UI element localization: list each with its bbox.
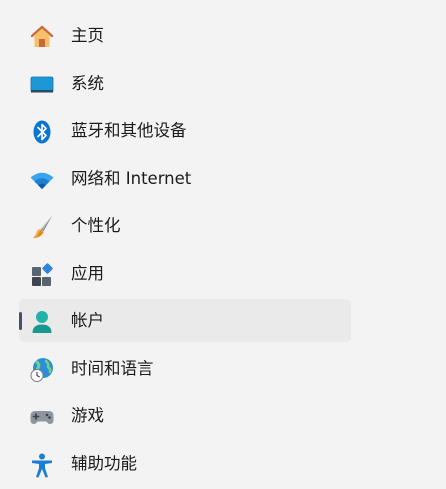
sidebar-item-label: 个性化	[71, 216, 121, 235]
wifi-icon	[29, 167, 55, 193]
sidebar-item-personalization[interactable]: 个性化	[19, 204, 351, 247]
sidebar-item-label: 辅助功能	[71, 453, 137, 473]
globe-clock-icon	[29, 357, 55, 383]
sidebar-item-label: 网络和 Internet	[71, 168, 192, 188]
gamepad-icon	[29, 404, 55, 430]
sidebar-item-label: 蓝牙和其他设备	[71, 121, 187, 140]
sidebar-item-bluetooth[interactable]: 蓝牙和其他设备	[19, 109, 351, 152]
sidebar-item-gaming[interactable]: 游戏	[19, 394, 351, 437]
apps-icon	[29, 262, 55, 288]
bluetooth-icon	[29, 119, 55, 145]
sidebar-item-system[interactable]: 系统	[19, 62, 351, 105]
sidebar-item-network[interactable]: 网络和 Internet	[19, 157, 351, 200]
settings-sidebar-nav: 主页 系统 蓝牙和其他设备 网络和 Internet 个性化 应用 帐户 时间和…	[19, 14, 351, 489]
sidebar-item-accounts[interactable]: 帐户	[19, 299, 351, 342]
sidebar-item-home[interactable]: 主页	[19, 14, 351, 57]
brush-icon	[29, 214, 55, 240]
sidebar-item-label: 系统	[71, 73, 104, 93]
sidebar-item-label: 游戏	[71, 406, 104, 425]
sidebar-item-label: 帐户	[71, 311, 104, 330]
display-icon	[29, 72, 55, 98]
sidebar-item-label: 时间和语言	[71, 358, 154, 378]
sidebar-item-apps[interactable]: 应用	[19, 252, 351, 295]
accessibility-icon	[29, 452, 55, 478]
sidebar-item-label: 主页	[71, 26, 104, 45]
sidebar-item-time-language[interactable]: 时间和语言	[19, 347, 351, 390]
home-icon	[29, 24, 55, 50]
sidebar-item-label: 应用	[71, 263, 104, 283]
sidebar-item-accessibility[interactable]: 辅助功能	[19, 442, 351, 485]
person-icon	[29, 309, 55, 335]
selection-indicator	[19, 312, 22, 330]
